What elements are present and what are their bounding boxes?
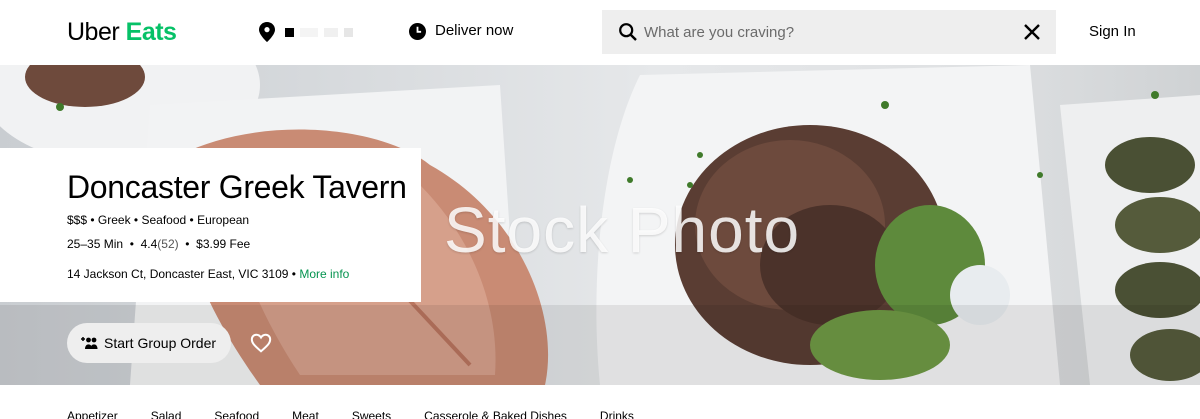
uber-eats-logo[interactable]: Uber Eats <box>67 16 177 48</box>
cuisine-tag: European <box>197 213 250 227</box>
delivery-fee: $3.99 Fee <box>196 237 251 251</box>
store-address: 14 Jackson Ct, Doncaster East, VIC 3109 <box>67 267 289 281</box>
deliver-now-label: Deliver now <box>435 22 514 39</box>
tab-salad[interactable]: Salad <box>151 409 182 419</box>
delivery-time: 25–35 Min <box>67 237 124 251</box>
sign-in-link[interactable]: Sign In <box>1089 21 1136 43</box>
store-title: Doncaster Greek Tavern <box>67 169 407 205</box>
more-info-link[interactable]: More info <box>299 267 349 281</box>
tab-meat[interactable]: Meat <box>292 409 319 419</box>
heart-icon[interactable] <box>250 332 272 354</box>
delivery-address-selector[interactable] <box>259 22 353 42</box>
price-range: $$$ <box>67 213 88 227</box>
redacted-address <box>285 27 353 37</box>
cuisine-tag: Greek <box>97 213 131 227</box>
tab-drinks[interactable]: Drinks <box>600 409 634 419</box>
delivery-details: 25–35 Min • 4.4(52) • $3.99 Fee <box>67 237 251 251</box>
location-pin-icon <box>259 22 275 42</box>
search-input[interactable] <box>644 10 1004 54</box>
store-tags: $$$ • Greek • Seafood • European <box>67 213 250 227</box>
cuisine-tag: Seafood <box>141 213 187 227</box>
start-group-order-label: Start Group Order <box>104 335 217 351</box>
clock-icon <box>409 22 426 40</box>
top-nav-bar: Uber Eats Deliver now Sign In <box>0 0 1200 65</box>
tab-sweets[interactable]: Sweets <box>352 409 391 419</box>
rating-value: 4.4 <box>140 237 158 251</box>
start-group-order-button[interactable]: Start Group Order <box>67 323 231 363</box>
tab-appetizer[interactable]: Appetizer <box>67 409 118 419</box>
deliver-now-button[interactable]: Deliver now <box>409 20 513 42</box>
add-group-icon <box>81 337 98 349</box>
close-icon[interactable] <box>1022 22 1042 42</box>
logo-primary-text: Uber <box>67 18 120 46</box>
menu-category-tabs: Appetizer Salad Seafood Meat Sweets Cass… <box>67 409 667 419</box>
stock-photo-watermark: Stock Photo <box>444 194 801 266</box>
logo-accent-text: Eats <box>125 18 177 46</box>
search-icon <box>619 23 637 41</box>
tab-seafood[interactable]: Seafood <box>214 409 259 419</box>
store-info-card: Doncaster Greek Tavern $$$ • Greek • Sea… <box>0 148 421 302</box>
tab-casserole-baked-dishes[interactable]: Casserole & Baked Dishes <box>424 409 567 419</box>
search-bar[interactable] <box>602 10 1056 54</box>
store-address-line: 14 Jackson Ct, Doncaster East, VIC 3109 … <box>67 267 350 281</box>
rating-count: (52) <box>157 237 179 251</box>
